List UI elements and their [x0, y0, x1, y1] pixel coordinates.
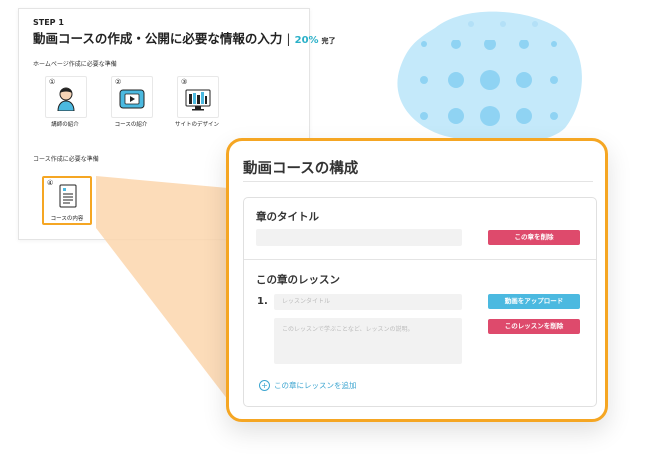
divider	[243, 181, 593, 182]
chapter-title-input[interactable]	[256, 229, 462, 246]
lesson-title-input[interactable]: レッスンタイトル	[274, 294, 462, 310]
plus-circle-icon: +	[259, 380, 270, 391]
add-lesson-link[interactable]: + この章にレッスンを追加	[259, 380, 357, 391]
lesson-description-input[interactable]: このレッスンで学ぶことなど、レッスンの説明。	[274, 318, 462, 364]
panel-title: 動画コースの構成	[243, 161, 359, 177]
divider	[244, 259, 596, 260]
chapter-title-label: 章のタイトル	[256, 211, 319, 223]
course-structure-panel: 動画コースの構成 章のタイトル この章を削除 この章のレッスン 1. レッスンタ…	[226, 138, 608, 422]
lesson-number: 1.	[257, 296, 268, 307]
add-lesson-label: この章にレッスンを追加	[274, 381, 357, 390]
lessons-label: この章のレッスン	[256, 274, 340, 286]
chapter-editor: 章のタイトル この章を削除 この章のレッスン 1. レッスンタイトル 動画をアッ…	[243, 197, 597, 407]
delete-chapter-button[interactable]: この章を削除	[488, 230, 580, 245]
delete-lesson-button[interactable]: このレッスンを削除	[488, 319, 580, 334]
upload-video-button[interactable]: 動画をアップロード	[488, 294, 580, 309]
